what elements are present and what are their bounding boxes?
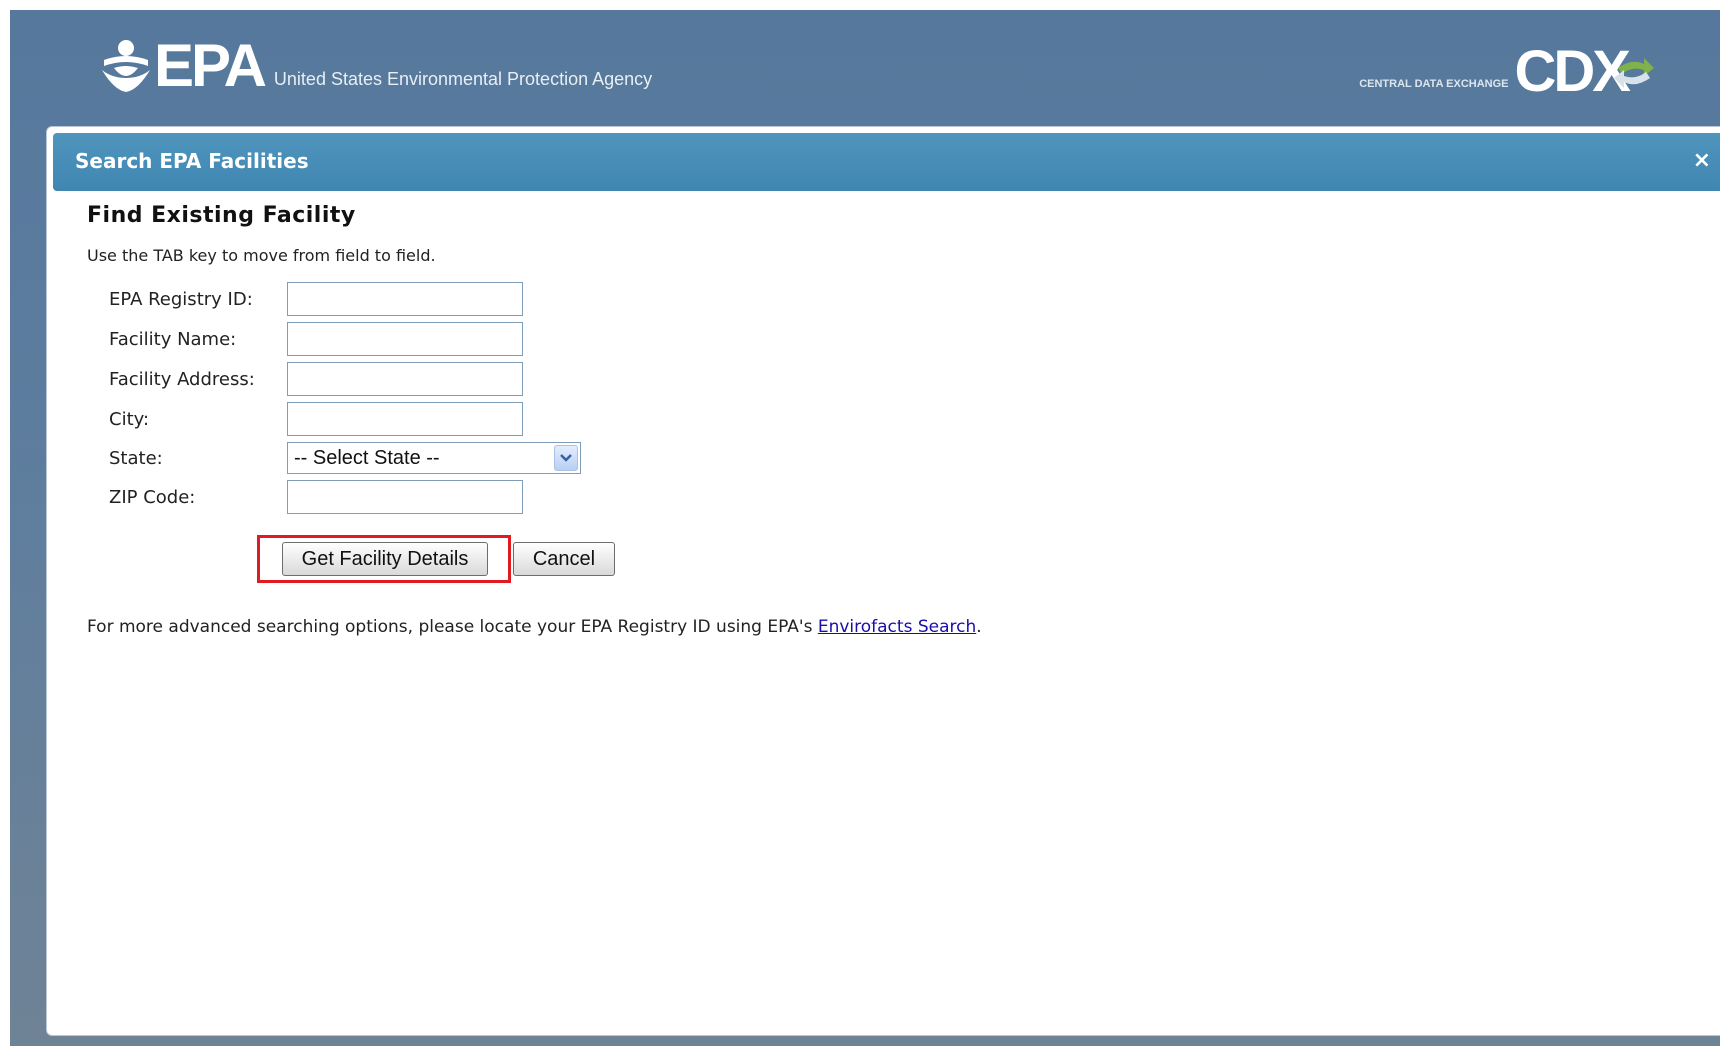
- chevron-down-icon[interactable]: [554, 445, 578, 471]
- form-buttons: Get Facility Details Cancel: [257, 535, 615, 583]
- registry-id-label: EPA Registry ID:: [109, 288, 253, 310]
- site-header: EPA United States Environmental Protecti…: [10, 10, 1720, 120]
- search-facilities-dialog: Search EPA Facilities × Find Existing Fa…: [46, 126, 1720, 1036]
- registry-id-input[interactable]: [287, 282, 523, 316]
- facility-address-input[interactable]: [287, 362, 523, 396]
- advanced-search-text: For more advanced searching options, ple…: [87, 617, 818, 637]
- zip-row: ZIP Code:: [109, 480, 523, 514]
- cdx-logo-text: CDX: [1514, 39, 1631, 104]
- advanced-search-note: For more advanced searching options, ple…: [87, 617, 982, 637]
- close-icon[interactable]: ×: [1693, 149, 1711, 173]
- cdx-exchange-arrow-icon: [1614, 58, 1654, 88]
- facility-name-label: Facility Name:: [109, 328, 237, 350]
- epa-logo: EPA United States Environmental Protecti…: [100, 32, 653, 99]
- state-select-value: -- Select State --: [294, 446, 440, 469]
- facility-address-row: Facility Address:: [109, 362, 523, 396]
- zip-label: ZIP Code:: [109, 486, 196, 508]
- cdx-subtitle: CENTRAL DATA EXCHANGE: [1359, 78, 1509, 90]
- get-facility-details-button[interactable]: Get Facility Details: [282, 542, 488, 576]
- advanced-search-period: .: [976, 617, 982, 637]
- highlight-box: Get Facility Details: [257, 535, 511, 583]
- registry-id-row: EPA Registry ID:: [109, 282, 523, 316]
- agency-name: United States Environmental Protection A…: [273, 69, 653, 89]
- city-label: City:: [109, 408, 150, 430]
- facility-name-input[interactable]: [287, 322, 523, 356]
- state-label: State:: [109, 447, 163, 469]
- city-row: City:: [109, 402, 523, 436]
- cancel-button[interactable]: Cancel: [513, 542, 615, 576]
- page-frame: EPA United States Environmental Protecti…: [10, 10, 1720, 1046]
- facility-name-row: Facility Name:: [109, 322, 523, 356]
- instructions-text: Use the TAB key to move from field to fi…: [87, 246, 436, 265]
- envirofacts-search-link[interactable]: Envirofacts Search: [818, 617, 976, 637]
- epa-flower-icon: [102, 40, 150, 92]
- dialog-title-bar: Search EPA Facilities ×: [53, 133, 1720, 191]
- zip-input[interactable]: [287, 480, 523, 514]
- epa-logo-text: EPA: [154, 32, 267, 99]
- dialog-content: Find Existing Facility Use the TAB key t…: [87, 203, 1687, 514]
- cdx-logo: CENTRAL DATA EXCHANGE CDX: [1359, 39, 1654, 104]
- city-input[interactable]: [287, 402, 523, 436]
- facility-address-label: Facility Address:: [109, 368, 255, 390]
- state-select[interactable]: -- Select State --: [287, 442, 581, 474]
- section-title: Find Existing Facility: [87, 203, 356, 228]
- state-row: State: -- Select State --: [109, 441, 581, 475]
- dialog-title: Search EPA Facilities: [75, 149, 309, 173]
